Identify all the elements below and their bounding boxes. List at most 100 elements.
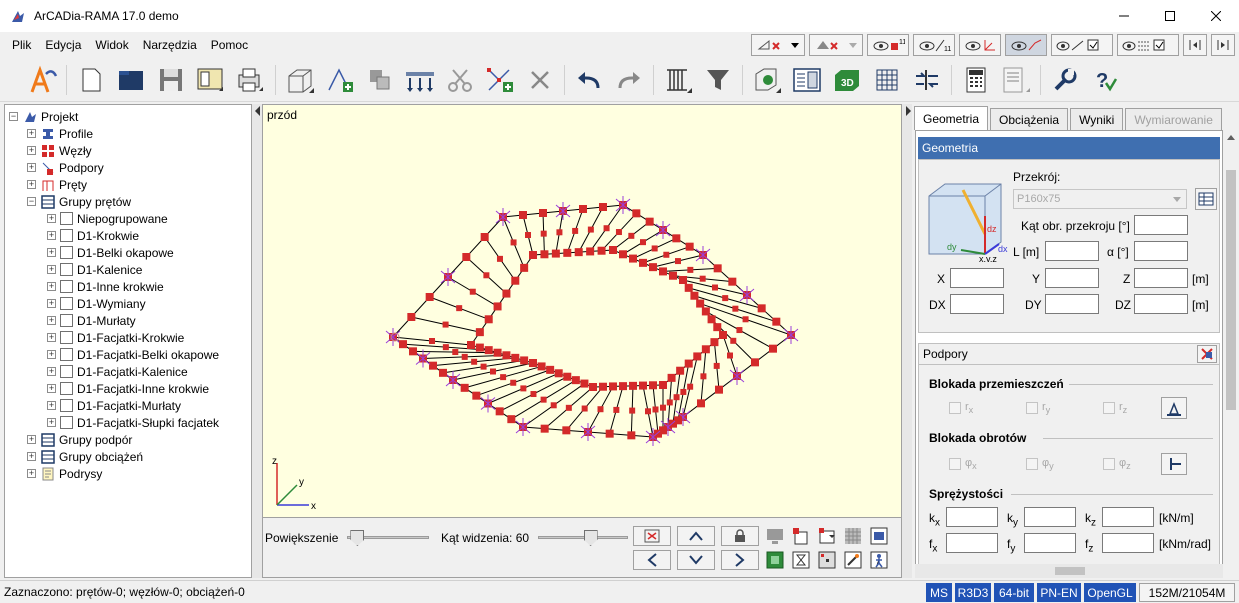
menu-plik[interactable]: Plik (5, 38, 38, 52)
expand-toggle[interactable]: + (47, 384, 56, 393)
collapse-toggle[interactable]: − (9, 112, 18, 121)
open-file-button[interactable] (115, 64, 147, 96)
tab-obciazenia[interactable]: Obciążenia (990, 108, 1069, 130)
grid-view-button[interactable] (871, 64, 903, 96)
properties-vertical-scrollbar[interactable] (1223, 130, 1239, 578)
new-file-button[interactable] (75, 64, 107, 96)
calculator-button[interactable] (960, 64, 992, 96)
show-axes-toggle[interactable] (959, 34, 1001, 56)
grid-toggle-button[interactable] (843, 526, 863, 546)
left-splitter[interactable] (252, 104, 262, 578)
fov-slider-thumb[interactable] (583, 530, 598, 546)
properties-button[interactable] (791, 64, 823, 96)
lock-view-button[interactable] (721, 526, 759, 546)
group-visibility-checkbox[interactable] (60, 331, 73, 344)
dz-input[interactable] (1134, 294, 1188, 314)
bar-group-item[interactable]: + D1-Facjatki-Słupki facjatek (5, 414, 251, 431)
cut-button[interactable] (444, 64, 476, 96)
print-button[interactable] (235, 64, 267, 96)
menu-widok[interactable]: Widok (88, 38, 135, 52)
kz-input[interactable] (1102, 507, 1154, 527)
bar-group-item[interactable]: + D1-Belki okapowe (5, 244, 251, 261)
zoom-window-button[interactable] (791, 526, 811, 546)
group-visibility-checkbox[interactable] (60, 212, 73, 225)
expand-toggle[interactable]: + (47, 265, 56, 274)
grid-dots-button[interactable] (817, 550, 837, 570)
filter-button[interactable] (702, 64, 734, 96)
expand-panels-button[interactable] (1211, 34, 1235, 56)
group-visibility-checkbox[interactable] (60, 246, 73, 259)
bar-group-item[interactable]: + Niepogrupowane (5, 210, 251, 227)
group-visibility-checkbox[interactable] (60, 229, 73, 242)
fz-input[interactable] (1102, 533, 1154, 553)
bar-group-item[interactable]: + D1-Kalenice (5, 261, 251, 278)
ky-input[interactable] (1024, 507, 1076, 527)
tree-item-podrysy[interactable]: + Podrysy (5, 465, 251, 482)
rotation-angle-input[interactable] (1134, 215, 1188, 235)
bar-group-item[interactable]: + D1-Murłaty (5, 312, 251, 329)
tree-item-grupy-pretow[interactable]: − Grupy prętów (5, 193, 251, 210)
magic-view-button[interactable] (843, 550, 863, 570)
show-deformation-toggle[interactable] (1005, 34, 1047, 56)
menu-edycja[interactable]: Edycja (38, 38, 88, 52)
walk-view-button[interactable] (869, 550, 889, 570)
expand-toggle[interactable]: + (47, 248, 56, 257)
bar-group-item[interactable]: + D1-Facjatki-Krokwie (5, 329, 251, 346)
rotate-up-button[interactable] (677, 526, 715, 546)
fov-slider[interactable] (538, 527, 628, 547)
expand-toggle[interactable]: + (47, 299, 56, 308)
alpha-input[interactable] (1134, 241, 1188, 261)
green-view-button[interactable] (765, 550, 785, 570)
settings-button[interactable] (1049, 64, 1081, 96)
group-visibility-checkbox[interactable] (60, 314, 73, 327)
expand-toggle[interactable]: + (47, 401, 56, 410)
expand-toggle[interactable]: + (27, 129, 36, 138)
layout-button[interactable] (195, 64, 227, 96)
view-3d-button[interactable]: 3D (831, 64, 863, 96)
rotate-right-button[interactable] (721, 550, 759, 570)
expand-toggle[interactable]: + (27, 435, 36, 444)
properties-horizontal-scrollbar[interactable] (915, 564, 1223, 578)
show-grid-toggle[interactable] (1117, 34, 1179, 56)
redo-button[interactable] (613, 64, 645, 96)
expand-toggle[interactable]: + (47, 418, 56, 427)
tab-wyniki[interactable]: Wyniki (1070, 108, 1124, 130)
collapse-toggle[interactable]: − (27, 197, 36, 206)
screen-view-button[interactable] (765, 526, 785, 546)
bar-group-item[interactable]: + D1-Inne krokwie (5, 278, 251, 295)
scrollbar-thumb[interactable] (1226, 170, 1236, 410)
tab-geometria[interactable]: Geometria (914, 106, 989, 130)
tree-root-row[interactable]: − Projekt (5, 108, 251, 125)
supports-section-header[interactable]: Podpory (918, 343, 1220, 365)
snapshot-button[interactable] (869, 526, 889, 546)
rotate-down-button[interactable] (677, 550, 715, 570)
expand-toggle[interactable]: + (47, 231, 56, 240)
collapse-panels-button[interactable] (1183, 34, 1207, 56)
scrollbar-thumb[interactable] (1055, 567, 1085, 575)
expand-toggle[interactable]: + (27, 146, 36, 155)
maximize-button[interactable] (1147, 0, 1193, 32)
tree-item-profile[interactable]: + Profile (5, 125, 251, 142)
close-button[interactable] (1193, 0, 1239, 32)
hourglass-view-button[interactable] (791, 550, 811, 570)
expand-toggle[interactable]: + (47, 316, 56, 325)
tree-item-prety[interactable]: + Pręty (5, 176, 251, 193)
zoom-slider[interactable] (347, 527, 429, 547)
calculate-button[interactable] (751, 64, 783, 96)
zoom-extents-button[interactable] (817, 526, 837, 546)
tree-item-podpory[interactable]: + Podpory (5, 159, 251, 176)
report-button[interactable] (1000, 64, 1032, 96)
frame-structure-button[interactable] (284, 64, 316, 96)
group-visibility-checkbox[interactable] (60, 382, 73, 395)
expand-toggle[interactable]: + (27, 452, 36, 461)
remove-support-button[interactable] (1197, 345, 1217, 363)
y-coordinate-input[interactable] (1045, 268, 1099, 288)
group-visibility-checkbox[interactable] (60, 365, 73, 378)
expand-toggle[interactable]: + (27, 469, 36, 478)
dx-input[interactable] (950, 294, 1004, 314)
geometry-section-header[interactable]: Geometria (918, 137, 1220, 159)
delete-button[interactable] (524, 64, 556, 96)
bar-group-item[interactable]: + D1-Facjatki-Murłaty (5, 397, 251, 414)
bar-group-item[interactable]: + D1-Facjatki-Inne krokwie (5, 380, 251, 397)
group-visibility-checkbox[interactable] (60, 399, 73, 412)
